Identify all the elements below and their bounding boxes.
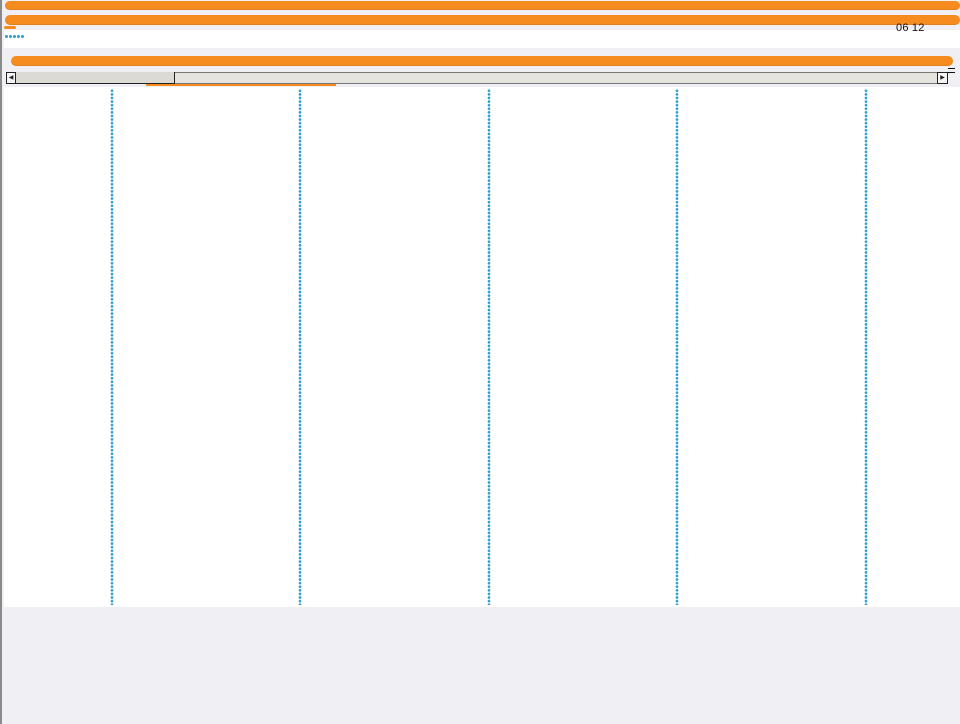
small-orange-tab[interactable] <box>4 26 16 29</box>
rating-dot-icon[interactable] <box>5 35 8 38</box>
rating-dot-icon[interactable] <box>17 35 20 38</box>
dot-column <box>864 89 868 605</box>
dot-column <box>110 89 114 605</box>
app-frame: 06 12 ◀ ▶ <box>0 0 960 724</box>
scroll-right-button[interactable]: ▶ <box>937 72 948 84</box>
dot-column <box>298 89 302 605</box>
rating-dots[interactable] <box>5 35 24 39</box>
top-banner-bar[interactable] <box>5 1 960 10</box>
rating-dot-icon[interactable] <box>21 35 24 38</box>
menu-icon[interactable] <box>948 68 955 73</box>
dot-column <box>675 89 679 605</box>
secondary-banner-bar[interactable] <box>5 15 960 25</box>
clock-display: 06 12 <box>896 22 925 34</box>
active-tab-indicator <box>146 84 336 86</box>
rating-dot-icon[interactable] <box>9 35 12 38</box>
toolbar-area <box>4 30 960 48</box>
scroll-left-button[interactable]: ◀ <box>6 72 16 84</box>
section-header-bar[interactable] <box>11 56 953 66</box>
data-table <box>4 87 960 607</box>
rating-dot-icon[interactable] <box>13 35 16 38</box>
scroll-thumb[interactable] <box>16 72 175 84</box>
dot-column <box>487 89 491 605</box>
